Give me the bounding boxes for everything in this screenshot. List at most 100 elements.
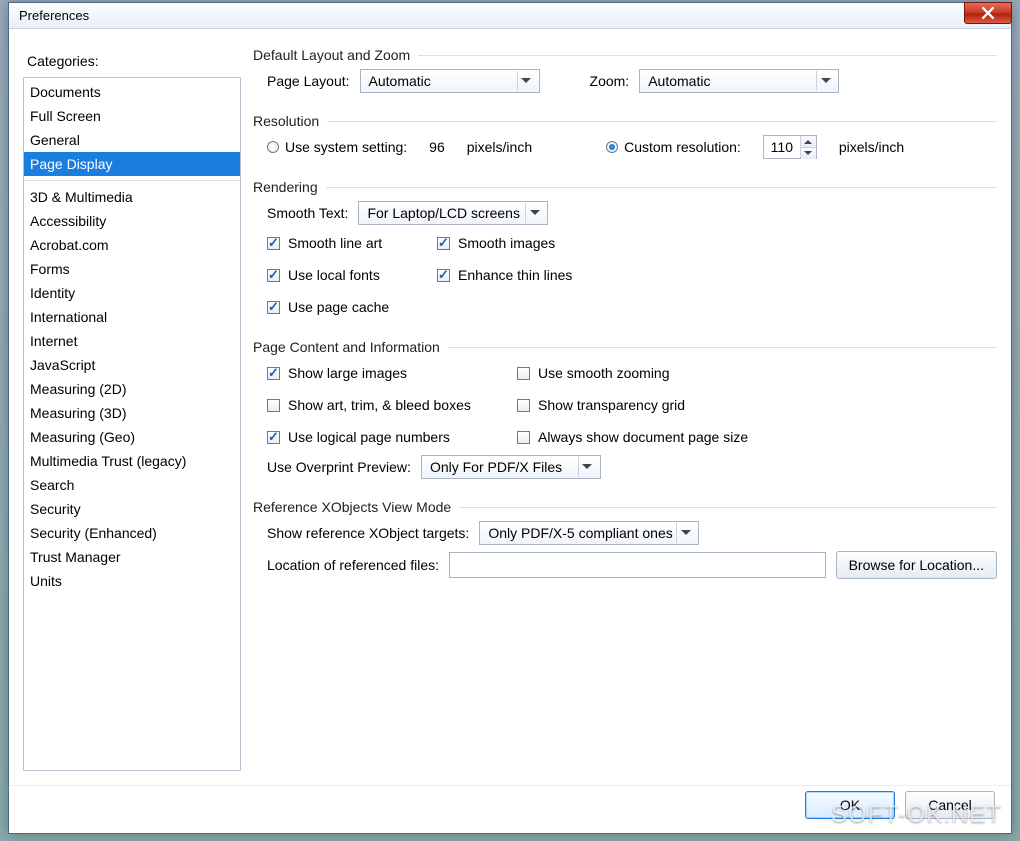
zoom-label: Zoom: (590, 73, 630, 89)
dpi-unit: pixels/inch (467, 139, 532, 155)
sidebar: Categories: DocumentsFull ScreenGeneralP… (23, 47, 241, 771)
custom-resolution-input[interactable] (764, 136, 800, 158)
close-button[interactable] (964, 2, 1012, 24)
group-resolution: Resolution Use system setting: 96 pixels… (253, 113, 997, 165)
group-heading: Resolution (253, 113, 319, 129)
checkbox-always-show-doc-size[interactable]: Always show document page size (517, 429, 797, 445)
category-item[interactable]: Measuring (3D) (24, 401, 240, 425)
ref-location-label: Location of referenced files: (267, 557, 439, 573)
checkbox-label: Show art, trim, & bleed boxes (288, 397, 471, 413)
category-item[interactable]: Documents (24, 80, 240, 104)
custom-resolution-radio[interactable]: Custom resolution: (606, 139, 741, 155)
checkbox-show-transparency[interactable]: Show transparency grid (517, 397, 797, 413)
checkbox-label: Smooth images (458, 235, 555, 251)
overprint-combo[interactable]: Only For PDF/X Files (421, 455, 601, 479)
categories-listbox[interactable]: DocumentsFull ScreenGeneralPage Display 3… (23, 77, 241, 771)
chevron-down-icon (525, 203, 543, 223)
group-heading: Page Content and Information (253, 339, 440, 355)
chevron-down-icon (816, 71, 834, 91)
checkbox-smooth-line-art[interactable]: Smooth line art (267, 235, 437, 251)
checkbox-label: Use local fonts (288, 267, 380, 283)
checkbox-use-local-fonts[interactable]: Use local fonts (267, 267, 437, 283)
category-item[interactable]: Accessibility (24, 209, 240, 233)
checkbox-use-page-cache[interactable]: Use page cache (267, 299, 437, 315)
categories-label: Categories: (27, 53, 237, 69)
group-rendering: Rendering Smooth Text: For Laptop/LCD sc… (253, 179, 997, 325)
category-item[interactable]: Units (24, 569, 240, 593)
combo-value: Automatic (648, 73, 710, 89)
checkbox-label: Show large images (288, 365, 407, 381)
category-item[interactable]: Search (24, 473, 240, 497)
dialog-body: Categories: DocumentsFull ScreenGeneralP… (9, 29, 1011, 785)
group-ref-xobjects: Reference XObjects View Mode Show refere… (253, 499, 997, 585)
radio-indicator (267, 141, 279, 153)
custom-resolution-spinner[interactable] (763, 135, 817, 159)
radio-indicator (606, 141, 618, 153)
checkbox-indicator (517, 399, 530, 412)
combo-value: Only For PDF/X Files (430, 459, 562, 475)
page-layout-combo[interactable]: Automatic (360, 69, 540, 93)
spinner-down[interactable] (801, 148, 816, 159)
checkbox-indicator (267, 399, 280, 412)
category-item[interactable]: Measuring (2D) (24, 377, 240, 401)
category-item[interactable]: General (24, 128, 240, 152)
dialog-footer: OK Cancel (9, 785, 1011, 833)
category-item[interactable]: Trust Manager (24, 545, 240, 569)
page-layout-label: Page Layout: (267, 73, 350, 89)
checkbox-indicator (267, 237, 280, 250)
group-heading: Rendering (253, 179, 318, 195)
checkbox-indicator (267, 269, 280, 282)
checkbox-use-logical-page[interactable]: Use logical page numbers (267, 429, 517, 445)
chevron-down-icon (517, 71, 535, 91)
checkbox-label: Use page cache (288, 299, 389, 315)
preferences-dialog: Preferences Categories: DocumentsFull Sc… (8, 2, 1012, 834)
category-item[interactable]: Internet (24, 329, 240, 353)
checkbox-indicator (267, 301, 280, 314)
checkbox-use-smooth-zoom[interactable]: Use smooth zooming (517, 365, 797, 381)
group-layout-zoom: Default Layout and Zoom Page Layout: Aut… (253, 47, 997, 99)
smooth-text-label: Smooth Text: (267, 205, 348, 221)
browse-location-button[interactable]: Browse for Location... (836, 551, 997, 579)
category-item[interactable]: Measuring (Geo) (24, 425, 240, 449)
category-item[interactable]: International (24, 305, 240, 329)
xobject-targets-combo[interactable]: Only PDF/X-5 compliant ones (479, 521, 699, 545)
checkbox-label: Enhance thin lines (458, 267, 572, 283)
category-item[interactable]: Multimedia Trust (legacy) (24, 449, 240, 473)
category-item[interactable]: Acrobat.com (24, 233, 240, 257)
xobject-targets-label: Show reference XObject targets: (267, 525, 469, 541)
category-item[interactable]: Page Display (24, 152, 240, 176)
group-page-content: Page Content and Information Show large … (253, 339, 997, 485)
combo-value: Automatic (369, 73, 431, 89)
checkbox-indicator (437, 269, 450, 282)
chevron-down-icon (676, 523, 694, 543)
category-item[interactable]: JavaScript (24, 353, 240, 377)
checkbox-label: Use smooth zooming (538, 365, 670, 381)
checkbox-show-large-images[interactable]: Show large images (267, 365, 517, 381)
checkbox-indicator (437, 237, 450, 250)
ok-button[interactable]: OK (805, 791, 895, 819)
category-item[interactable]: 3D & Multimedia (24, 185, 240, 209)
group-heading: Default Layout and Zoom (253, 47, 410, 63)
checkbox-show-art-trim[interactable]: Show art, trim, & bleed boxes (267, 397, 517, 413)
use-system-setting-radio[interactable]: Use system setting: (267, 139, 407, 155)
category-item[interactable]: Forms (24, 257, 240, 281)
list-separator (24, 180, 240, 181)
ref-location-input[interactable] (449, 552, 826, 578)
category-item[interactable]: Identity (24, 281, 240, 305)
category-item[interactable]: Security (Enhanced) (24, 521, 240, 545)
titlebar: Preferences (9, 3, 1011, 29)
smooth-text-combo[interactable]: For Laptop/LCD screens (358, 201, 548, 225)
dpi-unit: pixels/inch (839, 139, 904, 155)
spinner-up[interactable] (801, 136, 816, 148)
checkbox-label: Show transparency grid (538, 397, 685, 413)
checkbox-indicator (267, 367, 280, 380)
checkbox-label: Always show document page size (538, 429, 748, 445)
checkbox-smooth-images[interactable]: Smooth images (437, 235, 637, 251)
category-item[interactable]: Security (24, 497, 240, 521)
checkbox-enhance-thin-lines[interactable]: Enhance thin lines (437, 267, 637, 283)
cancel-button[interactable]: Cancel (905, 791, 995, 819)
settings-panel: Default Layout and Zoom Page Layout: Aut… (253, 47, 997, 771)
zoom-combo[interactable]: Automatic (639, 69, 839, 93)
window-title: Preferences (19, 8, 89, 23)
category-item[interactable]: Full Screen (24, 104, 240, 128)
